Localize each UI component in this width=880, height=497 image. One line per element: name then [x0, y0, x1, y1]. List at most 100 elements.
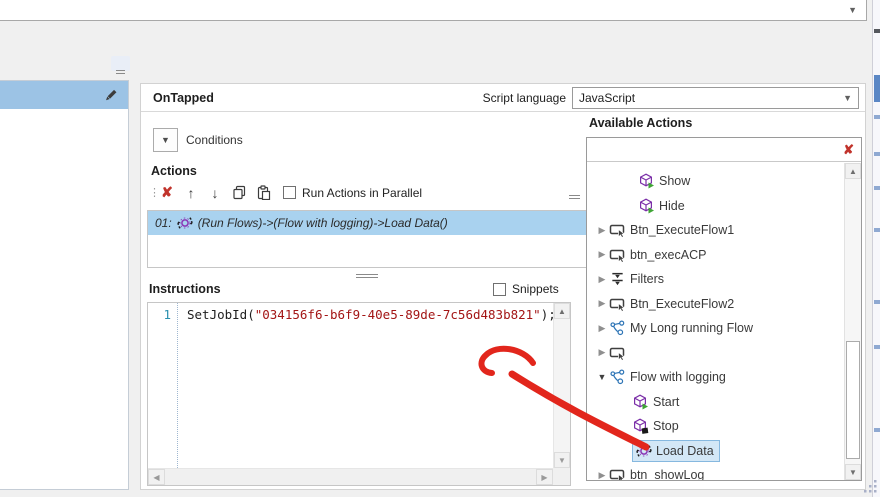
actions-label: Actions: [151, 164, 197, 178]
conditions-expand-button[interactable]: ▼: [153, 128, 178, 152]
script-language-select[interactable]: JavaScript ▼: [572, 87, 859, 109]
tree-item-btn-executeflow2[interactable]: ▶ Btn_ExecuteFlow2: [587, 292, 844, 317]
clear-search-icon[interactable]: ✘: [843, 142, 854, 158]
filter-icon: [609, 271, 626, 287]
move-up-button[interactable]: ↑: [179, 185, 203, 201]
flow-icon: [609, 369, 626, 385]
action-row[interactable]: 01: (Run Flows)->(Flow with logging)->Lo…: [148, 211, 612, 235]
button-icon: [609, 467, 626, 480]
tree-vertical-scrollbar[interactable]: ▲ ▼: [844, 163, 861, 480]
tree-item-show[interactable]: Show: [587, 169, 844, 194]
button-icon: [609, 247, 626, 263]
cube-stop-icon: [632, 418, 649, 434]
resize-grip-icon[interactable]: [862, 478, 878, 494]
column-splitter[interactable]: [569, 195, 580, 199]
scroll-up-button[interactable]: ▲: [845, 163, 861, 179]
editor-vertical-scrollbar[interactable]: ▲ ▼: [553, 303, 570, 468]
action-index: 01:: [155, 216, 172, 230]
code-area[interactable]: SetJobId("034156f6-b6f9-40e5-89de-7c56d4…: [179, 303, 553, 468]
cube-play-icon: [632, 394, 649, 410]
tree-item-label: Btn_ExecuteFlow2: [630, 297, 734, 311]
scrollbar-corner: [553, 468, 570, 485]
tree-item-my-long-running-flow[interactable]: ▶ My Long running Flow: [587, 316, 844, 341]
tree-item-start[interactable]: Start: [587, 390, 844, 415]
actions-toolbar: ⋮ ✘ ↑ ↓ Run Actions in Parallel: [149, 184, 422, 201]
expand-icon[interactable]: ▶: [595, 470, 609, 480]
tree-item-btn-execacp[interactable]: ▶ btn_execACP: [587, 243, 844, 268]
scrollbar-thumb[interactable]: [846, 341, 860, 459]
script-language-label: Script language: [483, 91, 566, 105]
tree-item-label: My Long running Flow: [630, 321, 753, 335]
selected-tree-item[interactable]: Load Data: [632, 440, 720, 462]
tree-item-label: Load Data: [656, 444, 714, 458]
code-editor[interactable]: 1 SetJobId("034156f6-b6f9-40e5-89de-7c56…: [147, 302, 571, 486]
pencil-icon[interactable]: [103, 88, 118, 103]
line-number-gutter: 1: [148, 303, 178, 468]
chevron-down-icon: ▼: [848, 5, 857, 15]
button-icon: [609, 296, 626, 312]
tree-item-load-data[interactable]: Load Data: [587, 439, 844, 464]
instructions-label: Instructions: [149, 282, 221, 296]
move-down-button[interactable]: ↓: [203, 185, 227, 201]
expand-icon[interactable]: ▶: [595, 249, 609, 260]
actions-search-input[interactable]: ✘: [587, 138, 861, 162]
collapse-icon[interactable]: ▼: [595, 372, 609, 382]
delete-action-button[interactable]: ✘: [155, 184, 179, 201]
event-editor-panel: OnTapped Script language JavaScript ▼ ▼ …: [140, 83, 866, 490]
expand-icon[interactable]: ▶: [595, 225, 609, 236]
conditions-label: Conditions: [186, 133, 243, 147]
expand-icon[interactable]: ▶: [595, 298, 609, 309]
expand-icon[interactable]: ▶: [595, 274, 609, 285]
top-combobox[interactable]: ▼: [0, 0, 867, 21]
left-panel-header[interactable]: [0, 81, 128, 109]
tree-item-stop[interactable]: Stop: [587, 414, 844, 439]
tree-item-label: Hide: [659, 199, 685, 213]
cube-play-icon: [638, 198, 655, 214]
scroll-up-button[interactable]: ▲: [554, 303, 570, 319]
available-actions-title: Available Actions: [589, 116, 692, 130]
run-parallel-label: Run Actions in Parallel: [302, 186, 422, 200]
actions-tree: Show Hide▶ Btn_ExecuteFlow1▶ btn_execACP…: [587, 163, 844, 480]
tree-item-hide[interactable]: Hide: [587, 194, 844, 219]
available-actions-panel: ✘ Show Hide▶ Btn_ExecuteFlow1▶ btn_execA…: [586, 137, 862, 481]
horizontal-splitter[interactable]: [356, 274, 378, 278]
tree-item-btn-showlog[interactable]: ▶ btn_showLog: [587, 463, 844, 480]
code-string: "034156f6-b6f9-40e5-89de-7c56d483b821": [255, 307, 541, 322]
button-icon: [609, 222, 626, 238]
flow-icon: [609, 320, 626, 336]
tree-item-label: btn_showLog: [630, 468, 704, 480]
code-end: );: [541, 307, 553, 322]
expand-icon[interactable]: ▶: [595, 323, 609, 334]
chevron-down-icon: ▼: [843, 93, 852, 103]
run-flows-icon: [177, 215, 193, 231]
scroll-right-button[interactable]: ▶: [536, 469, 553, 485]
tree-item-label: Btn_ExecuteFlow1: [630, 223, 734, 237]
page-title: OnTapped: [153, 91, 214, 105]
cube-play-icon: [638, 173, 655, 189]
paste-button[interactable]: [251, 185, 275, 200]
snippets-label: Snippets: [512, 282, 559, 296]
splitter-grip-icon[interactable]: [116, 70, 125, 74]
right-panel-edge: [872, 0, 880, 497]
expand-icon[interactable]: ▶: [595, 347, 609, 358]
run-flows-icon: [635, 443, 652, 459]
tree-item-btn-executeflow1[interactable]: ▶ Btn_ExecuteFlow1: [587, 218, 844, 243]
actions-list: 01: (Run Flows)->(Flow with logging)->Lo…: [147, 210, 613, 268]
line-number: 1: [163, 307, 171, 322]
snippets-checkbox[interactable]: [493, 283, 506, 296]
copy-button[interactable]: [227, 185, 251, 200]
tree-item[interactable]: ▶: [587, 341, 844, 366]
splitter-handle[interactable]: [111, 56, 130, 71]
tree-item-filters[interactable]: ▶ Filters: [587, 267, 844, 292]
scroll-down-button[interactable]: ▼: [845, 464, 861, 480]
tree-item-label: Filters: [630, 272, 664, 286]
scroll-left-button[interactable]: ◀: [148, 469, 165, 485]
event-editor-header: OnTapped Script language JavaScript ▼: [141, 84, 865, 112]
run-parallel-checkbox[interactable]: [283, 186, 296, 199]
tree-item-label: Show: [659, 174, 690, 188]
tree-item-flow-with-logging[interactable]: ▼ Flow with logging: [587, 365, 844, 390]
left-panel: [0, 80, 129, 490]
scroll-down-button[interactable]: ▼: [554, 452, 570, 468]
editor-horizontal-scrollbar[interactable]: ◀ ▶: [148, 468, 553, 485]
tree-item-label: Flow with logging: [630, 370, 726, 384]
